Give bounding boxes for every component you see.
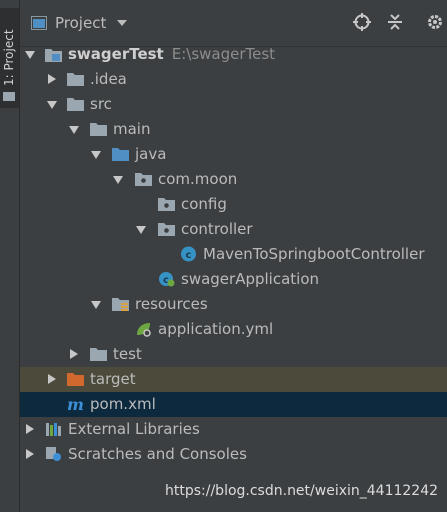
tool-window-stripe: 1: Project xyxy=(0,0,20,512)
tree-item-label: java xyxy=(135,145,167,163)
library-icon xyxy=(46,423,61,436)
tree-item-maventospringbootcontroller[interactable]: c MavenToSpringbootController xyxy=(20,242,447,267)
tree-item-config[interactable]: config xyxy=(20,192,447,217)
package-icon xyxy=(158,223,175,236)
project-tab-label: 1: Project xyxy=(2,29,16,86)
svg-text:c: c xyxy=(186,250,192,261)
spring-config-icon xyxy=(137,323,151,337)
expand-arrow-icon[interactable] xyxy=(47,101,57,109)
locate-icon[interactable] xyxy=(353,13,371,31)
expand-arrow-icon[interactable] xyxy=(113,176,123,184)
module-name: swagerTest xyxy=(68,45,164,63)
tree-item-swagerapplication[interactable]: c swagerApplication xyxy=(20,267,447,292)
package-icon xyxy=(158,198,175,211)
gear-icon[interactable] xyxy=(426,13,444,31)
tree-item-target[interactable]: target xyxy=(20,367,447,392)
tree-item-label: application.yml xyxy=(158,320,274,338)
project-view-icon xyxy=(31,16,47,30)
chevron-down-icon[interactable] xyxy=(117,20,127,26)
expand-arrow-icon[interactable] xyxy=(136,226,146,234)
folder-icon xyxy=(67,98,84,111)
tree-item-application-yml[interactable]: application.yml xyxy=(20,317,447,342)
tree-item-swagertest[interactable]: swagerTest E:\swagerTest xyxy=(20,42,447,67)
collapse-all-icon[interactable] xyxy=(386,13,404,31)
tree-item-label: resources xyxy=(135,295,208,313)
resources-folder-icon xyxy=(112,298,129,311)
tree-item-main[interactable]: main xyxy=(20,117,447,142)
tree-item-com-moon[interactable]: com.moon xyxy=(20,167,447,192)
expand-arrow-icon[interactable] xyxy=(70,349,78,359)
expand-arrow-icon[interactable] xyxy=(26,424,34,434)
project-tool-tab[interactable]: 1: Project xyxy=(0,8,19,108)
excluded-folder-icon xyxy=(67,373,84,386)
tree-item-java[interactable]: java xyxy=(20,142,447,167)
source-folder-icon xyxy=(112,148,129,161)
expand-arrow-icon[interactable] xyxy=(26,449,34,459)
tree-item-test[interactable]: test xyxy=(20,342,447,367)
tree-item-label: External Libraries xyxy=(68,420,200,438)
watermark-text: https://blog.csdn.net/weixin_44112242 xyxy=(165,483,439,499)
expand-arrow-icon[interactable] xyxy=(91,301,101,309)
module-path: E:\swagerTest xyxy=(171,45,276,63)
module-folder-icon xyxy=(45,49,62,62)
expand-arrow-icon[interactable] xyxy=(91,151,101,159)
tree-item-label: src xyxy=(90,95,112,113)
tree-item-label: swagerApplication xyxy=(181,270,320,288)
folder-icon xyxy=(67,73,84,86)
tree-item-scratches-and-consoles[interactable]: Scratches and Consoles xyxy=(20,442,447,467)
expand-arrow-icon[interactable] xyxy=(48,374,56,384)
scratches-icon xyxy=(46,447,61,461)
folder-icon xyxy=(90,348,107,361)
tree-item-label: MavenToSpringbootController xyxy=(203,245,425,263)
project-view-selector[interactable]: Project xyxy=(55,14,106,32)
tree-item-resources[interactable]: resources xyxy=(20,292,447,317)
tree-item-src[interactable]: src xyxy=(20,92,447,117)
tree-item-label: com.moon xyxy=(158,170,238,188)
spring-boot-class-icon: c xyxy=(159,272,175,287)
tree-item-idea[interactable]: .idea xyxy=(20,67,447,92)
tree-item-label: test xyxy=(113,345,142,363)
folder-icon xyxy=(90,123,107,136)
tree-item-label: target xyxy=(90,370,136,388)
tree-item-label: swagerTest E:\swagerTest xyxy=(68,45,275,63)
tree-item-label: controller xyxy=(181,220,253,238)
java-class-icon: c xyxy=(181,246,196,262)
tree-item-pom-xml[interactable]: m pom.xml xyxy=(20,392,447,417)
maven-icon: m xyxy=(67,396,84,412)
tree-item-label: Scratches and Consoles xyxy=(68,445,247,463)
tree-item-controller[interactable]: controller xyxy=(20,217,447,242)
tree-item-label: config xyxy=(181,195,227,213)
tree-item-label: .idea xyxy=(90,70,127,88)
tree-item-external-libraries[interactable]: External Libraries xyxy=(20,417,447,442)
tree-item-label: main xyxy=(113,120,151,138)
project-header: Project xyxy=(20,0,447,47)
package-icon xyxy=(135,173,152,186)
expand-arrow-icon[interactable] xyxy=(48,74,56,84)
svg-text:m: m xyxy=(67,396,84,412)
tree-item-label: pom.xml xyxy=(90,395,156,413)
folder-icon xyxy=(3,92,15,101)
expand-arrow-icon[interactable] xyxy=(25,51,35,59)
expand-arrow-icon[interactable] xyxy=(69,126,79,134)
